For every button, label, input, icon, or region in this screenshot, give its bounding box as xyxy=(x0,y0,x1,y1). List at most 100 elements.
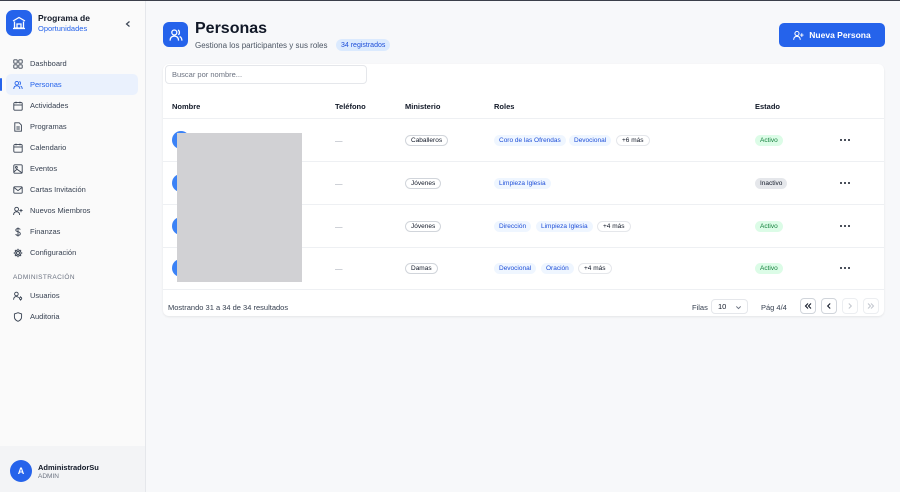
more-roles-badge[interactable]: +4 más xyxy=(597,221,631,232)
calendar-icon xyxy=(13,101,23,111)
role-badge: Devocional xyxy=(494,263,537,274)
user-plus-icon xyxy=(13,206,23,216)
sidebar-item-label: Usuarios xyxy=(30,291,60,300)
role-badge: Dirección xyxy=(494,221,532,232)
gear-icon xyxy=(13,248,23,258)
dashboard-icon xyxy=(13,58,23,69)
user-name: AdministradorSu xyxy=(38,463,99,472)
chevrons-left-icon xyxy=(804,302,812,310)
ministry-badge: Damas xyxy=(405,263,438,274)
column-header-ministry[interactable]: Ministerio xyxy=(405,102,440,111)
page-title: Personas xyxy=(195,20,268,37)
count-badge: 34 registrados xyxy=(336,39,391,51)
first-page-button[interactable] xyxy=(800,298,816,314)
sidebar-item-usuarios[interactable]: Usuarios xyxy=(6,285,138,306)
chevron-left-icon xyxy=(825,302,833,310)
image-icon xyxy=(13,163,23,174)
more-roles-badge[interactable]: +6 más xyxy=(616,135,650,146)
role-badge: Coro de las Ofrendas xyxy=(494,135,566,146)
divider xyxy=(163,289,884,290)
search-input[interactable] xyxy=(165,65,367,84)
sidebar-item-label: Cartas Invitación xyxy=(30,185,86,194)
status-badge: Activo xyxy=(755,221,783,232)
status-badge: Activo xyxy=(755,135,783,146)
column-header-status[interactable]: Estado xyxy=(755,102,780,111)
more-icon[interactable] xyxy=(839,222,851,230)
last-page-button[interactable] xyxy=(863,298,879,314)
brand-title: Programa de xyxy=(38,13,90,23)
brand-subtitle: Oportunidades xyxy=(38,24,88,33)
role-badge: Oración xyxy=(541,263,574,274)
sidebar-item-configuracion[interactable]: Configuración xyxy=(6,242,138,263)
role-badge: Limpieza Iglesia xyxy=(536,221,593,232)
user-key-icon xyxy=(13,291,23,301)
more-icon[interactable] xyxy=(839,179,851,187)
sidebar-item-actividades[interactable]: Actividades xyxy=(6,95,138,116)
rows-label: Filas xyxy=(692,303,708,312)
new-person-label: Nueva Persona xyxy=(809,30,871,40)
sidebar-item-label: Configuración xyxy=(30,248,77,257)
previous-page-button[interactable] xyxy=(821,298,837,314)
new-person-button[interactable]: Nueva Persona xyxy=(779,23,885,47)
phone-cell: — xyxy=(335,264,343,273)
next-page-button[interactable] xyxy=(842,298,858,314)
user-profile[interactable]: A AdministradorSu ADMIN xyxy=(0,446,145,492)
phone-cell: — xyxy=(335,222,343,231)
sidebar-item-eventos[interactable]: Eventos xyxy=(6,158,138,179)
sidebar: Programa de Oportunidades Dashboard Pers… xyxy=(0,1,146,492)
sidebar-item-personas[interactable]: Personas xyxy=(0,74,138,95)
sidebar-item-cartas-invitacion[interactable]: Cartas Invitación xyxy=(6,179,138,200)
dollar-icon xyxy=(13,227,23,237)
building-icon xyxy=(6,10,32,36)
sidebar-item-auditoria[interactable]: Auditoria xyxy=(6,306,138,327)
phone-cell: — xyxy=(335,179,343,188)
brand[interactable]: Programa de Oportunidades xyxy=(6,10,140,40)
redacted-names-block xyxy=(177,133,302,282)
sidebar-item-label: Nuevos Miembros xyxy=(30,206,91,215)
chevron-right-icon xyxy=(846,302,854,310)
more-icon[interactable] xyxy=(839,136,851,144)
shield-icon xyxy=(13,311,23,322)
ministry-badge: Caballeros xyxy=(405,135,449,146)
sidebar-item-label: Dashboard xyxy=(30,59,67,68)
status-badge: Inactivo xyxy=(755,178,788,189)
users-icon xyxy=(13,80,23,90)
sidebar-item-nuevos-miembros[interactable]: Nuevos Miembros xyxy=(6,200,138,221)
sidebar-item-label: Calendario xyxy=(30,143,67,152)
sidebar-item-dashboard[interactable]: Dashboard xyxy=(6,53,138,74)
sidebar-item-label: Actividades xyxy=(30,101,69,110)
ministry-badge: Jóvenes xyxy=(405,178,442,189)
mail-icon xyxy=(13,185,23,195)
admin-section-label: ADMINISTRACIÓN xyxy=(13,274,75,281)
more-roles-badge[interactable]: +4 más xyxy=(578,263,612,274)
column-header-roles[interactable]: Roles xyxy=(494,102,514,111)
column-header-phone[interactable]: Teléfono xyxy=(335,102,366,111)
page-indicator: Pág 4/4 xyxy=(761,303,787,312)
results-summary: Mostrando 31 a 34 de 34 resultados xyxy=(168,303,289,312)
page-subtitle: Gestiona los participantes y sus roles xyxy=(195,41,328,50)
chevrons-right-icon xyxy=(867,302,875,310)
sidebar-item-label: Eventos xyxy=(30,164,58,173)
sidebar-item-label: Finanzas xyxy=(30,227,61,236)
sidebar-item-calendario[interactable]: Calendario xyxy=(6,137,138,158)
sidebar-item-finanzas[interactable]: Finanzas xyxy=(6,221,138,242)
role-badge: Limpieza Iglesia xyxy=(494,178,551,189)
users-icon xyxy=(163,22,188,47)
sidebar-item-programas[interactable]: Programas xyxy=(6,116,138,137)
rows-per-page-select[interactable]: 10 xyxy=(711,299,748,314)
chevron-left-icon[interactable] xyxy=(122,18,134,30)
sidebar-item-label: Programas xyxy=(30,122,67,131)
ministry-badge: Jóvenes xyxy=(405,221,442,232)
rows-per-page-value: 10 xyxy=(718,302,727,311)
user-role: ADMIN xyxy=(38,473,59,480)
more-icon[interactable] xyxy=(839,264,851,272)
column-header-name[interactable]: Nombre xyxy=(172,102,200,111)
calendar-icon xyxy=(13,143,23,153)
sidebar-item-label: Personas xyxy=(30,80,62,89)
document-icon xyxy=(13,121,23,132)
sidebar-nav: Dashboard Personas Actividades Programas… xyxy=(0,53,138,327)
role-badge: Devocional xyxy=(569,135,612,146)
status-badge: Activo xyxy=(755,263,783,274)
phone-cell: — xyxy=(335,136,343,145)
divider xyxy=(163,118,884,119)
